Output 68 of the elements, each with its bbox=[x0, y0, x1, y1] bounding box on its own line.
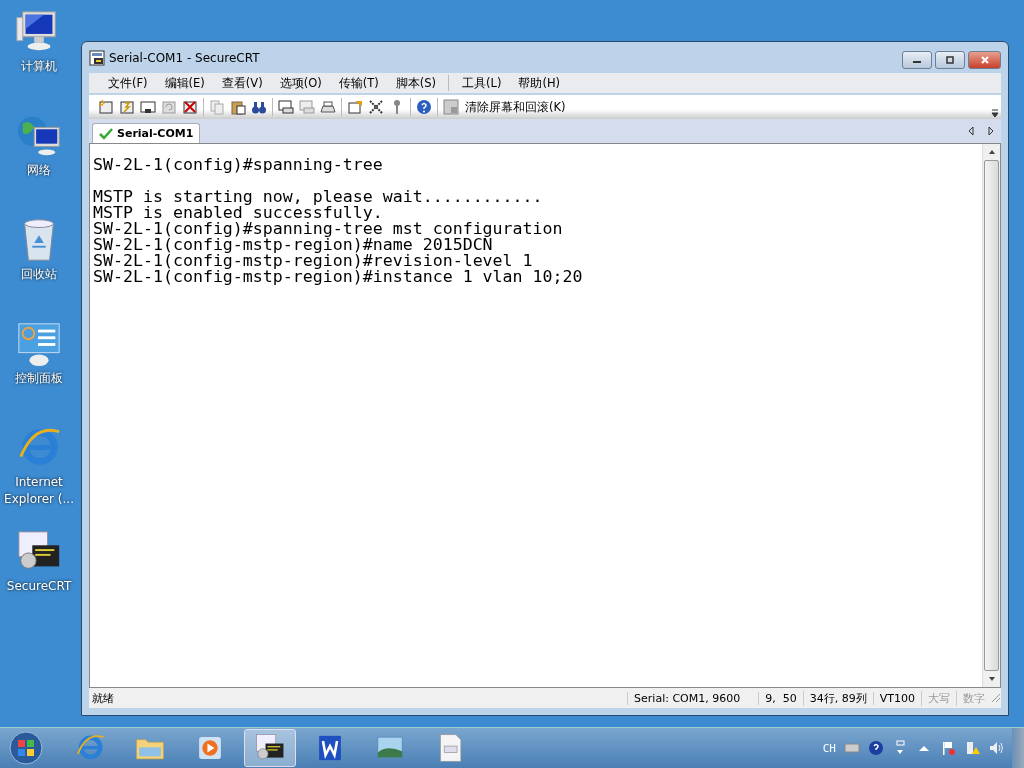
desktop-icon-label[interactable]: 回收站 bbox=[21, 264, 57, 283]
status-text: 就绪 bbox=[91, 690, 115, 706]
start-button[interactable] bbox=[8, 730, 44, 766]
desktop-icon-label[interactable]: 控制面板 bbox=[15, 368, 63, 387]
paste-icon[interactable] bbox=[230, 99, 246, 115]
speaker-icon[interactable] bbox=[988, 740, 1004, 756]
clear-screen-button[interactable]: 清除屏幕和回滚(K) bbox=[443, 99, 566, 115]
scroll-left-icon[interactable] bbox=[967, 126, 975, 136]
printer-icon[interactable] bbox=[320, 99, 336, 115]
window-title: Serial-COM1 - SecureCRT bbox=[109, 50, 261, 65]
menu-item[interactable]: 传输(T) bbox=[333, 75, 384, 91]
terminal-line: SW-2L-1(config-mstp-region)#name 2015DCN bbox=[93, 237, 493, 253]
desktop-icon-label[interactable]: 计算机 bbox=[21, 56, 57, 75]
network-warning-icon[interactable] bbox=[964, 740, 980, 756]
terminal-line: MSTP is starting now, please wait............ bbox=[93, 189, 544, 205]
print-screen-icon[interactable] bbox=[278, 99, 294, 115]
status-indicator: 大写 bbox=[921, 690, 956, 706]
keyboard-icon[interactable] bbox=[844, 740, 860, 756]
taskbar-button[interactable] bbox=[244, 729, 296, 767]
close-icon bbox=[978, 56, 991, 64]
help-icon[interactable] bbox=[868, 740, 884, 756]
session-tab[interactable]: Serial-COM1 bbox=[92, 123, 201, 143]
menu-item[interactable]: 帮助(H) bbox=[513, 75, 565, 91]
scroll-up-icon[interactable] bbox=[986, 148, 997, 156]
checkmark-icon bbox=[99, 127, 113, 140]
maximize-button[interactable] bbox=[935, 51, 965, 69]
menu-item[interactable]: 脚本(S) bbox=[390, 75, 441, 91]
minimize-button[interactable] bbox=[902, 51, 932, 69]
copy-icon[interactable] bbox=[209, 99, 225, 115]
menu-item[interactable]: 选项(O) bbox=[274, 75, 327, 91]
scroll-right-icon[interactable] bbox=[987, 126, 995, 136]
help-icon[interactable] bbox=[416, 99, 432, 115]
menu-item[interactable]: 文件(F) bbox=[103, 75, 153, 91]
scrollbar-thumb[interactable] bbox=[984, 160, 999, 671]
session-icon[interactable] bbox=[140, 99, 156, 115]
control-panel-icon bbox=[15, 320, 63, 368]
menu-item[interactable]: 编辑(E) bbox=[159, 75, 210, 91]
close-button[interactable] bbox=[968, 51, 1001, 69]
maximize-icon bbox=[944, 56, 956, 64]
menu-item[interactable]: 查看(V) bbox=[216, 75, 268, 91]
quick-connect-icon[interactable] bbox=[119, 99, 135, 115]
menu-item[interactable]: 工具(L) bbox=[457, 75, 507, 91]
toolbar-overflow-icon[interactable] bbox=[991, 107, 999, 119]
terminal-line: SW-2L-1(config-mstp-region)#revision-level 1 bbox=[93, 253, 534, 269]
terminal-line: MSTP is enabled successfully. bbox=[93, 205, 384, 221]
resize-grip-icon[interactable] bbox=[991, 693, 1001, 703]
print-selection-icon[interactable] bbox=[299, 99, 315, 115]
terminal-line: SW-2L-1(config)#spanning-tree bbox=[93, 157, 384, 173]
desktop-icon-label[interactable]: SecureCRT bbox=[6, 576, 72, 595]
desktop-icon-label[interactable]: 网络 bbox=[27, 160, 51, 179]
reconnect-icon[interactable] bbox=[161, 99, 177, 115]
status-text: 34行, 89列 bbox=[802, 690, 873, 706]
terminal-line: SW-2L-1(config-mstp-region)#instance 1 vlan 10;20 bbox=[93, 269, 584, 285]
desktop-icon-label[interactable]: Internet Explorer (... bbox=[0, 472, 78, 508]
binoculars-icon[interactable] bbox=[251, 99, 267, 115]
connect-icon[interactable] bbox=[98, 99, 114, 115]
properties-icon[interactable] bbox=[347, 99, 363, 115]
clear-screen-icon bbox=[443, 99, 459, 115]
scroll-down-icon[interactable] bbox=[986, 675, 997, 683]
flag-icon[interactable] bbox=[940, 740, 956, 756]
app-icon bbox=[89, 49, 105, 66]
terminal-line: SW-2L-1(config)#spanning-tree mst configuration bbox=[93, 221, 564, 237]
status-indicator: 数字 bbox=[956, 690, 991, 706]
status-text: Serial: COM1, 9600 bbox=[627, 691, 759, 705]
status-text: 9, 50 bbox=[758, 691, 803, 705]
scrollbar[interactable] bbox=[982, 144, 1000, 687]
disconnect-icon[interactable] bbox=[182, 99, 198, 115]
status-text: VT100 bbox=[872, 691, 921, 705]
